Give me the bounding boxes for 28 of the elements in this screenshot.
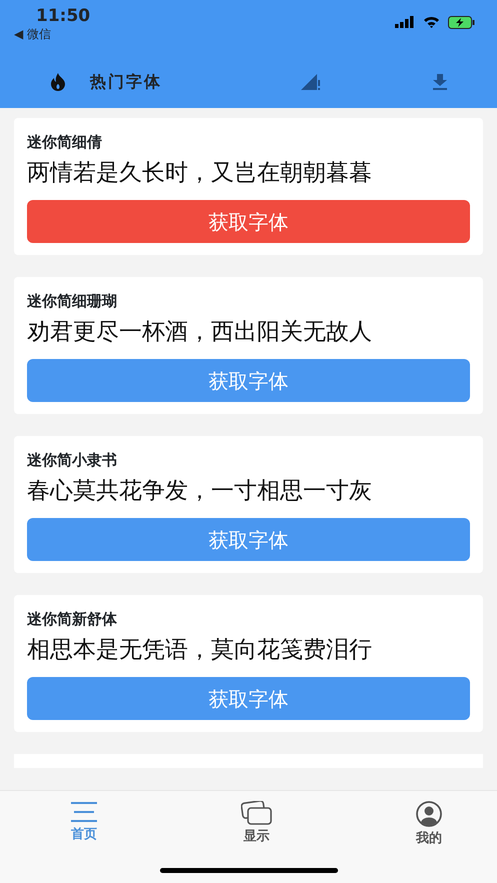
page-title: 热门字体 <box>90 70 162 92</box>
font-sample-text: 两情若是久长时，又岂在朝朝暮暮 <box>27 159 373 188</box>
font-name: 迷你简细珊瑚 <box>27 291 118 311</box>
back-arrow[interactable]: ◀ <box>14 26 24 42</box>
get-font-button[interactable]: 获取字体 <box>27 200 470 243</box>
font-name: 迷你简细倩 <box>27 132 103 152</box>
font-name: 迷你简小隶书 <box>27 450 118 470</box>
wifi-icon <box>423 16 440 28</box>
tab-item[interactable]: 显示 <box>208 791 304 883</box>
signal-icon <box>395 16 415 28</box>
get-font-button[interactable]: 获取字体 <box>27 359 470 402</box>
menu-icon <box>70 801 98 823</box>
flame-icon <box>50 72 66 90</box>
get-font-button[interactable]: 获取字体 <box>27 677 470 720</box>
cards-icon <box>240 801 272 825</box>
tab-item[interactable]: 首页 <box>36 791 132 883</box>
back-link[interactable]: 微信 <box>27 26 52 42</box>
font-sample-text: 相思本是无凭语，莫向花笺费泪行 <box>27 636 373 665</box>
battery-icon <box>448 16 475 29</box>
font-name: 迷你简新舒体 <box>27 609 118 629</box>
tab-item[interactable]: 我的 <box>381 791 477 883</box>
signal-warning-icon[interactable] <box>301 74 321 90</box>
font-sample-text: 劝君更尽一杯酒，西出阳关无故人 <box>27 318 373 347</box>
download-icon[interactable] <box>433 74 447 90</box>
font-sample-text: 春心莫共花争发，一寸相思一寸灰 <box>27 477 373 506</box>
clock-time: 11:50 <box>36 6 90 26</box>
profile-icon <box>416 801 442 827</box>
get-font-button[interactable]: 获取字体 <box>27 518 470 561</box>
